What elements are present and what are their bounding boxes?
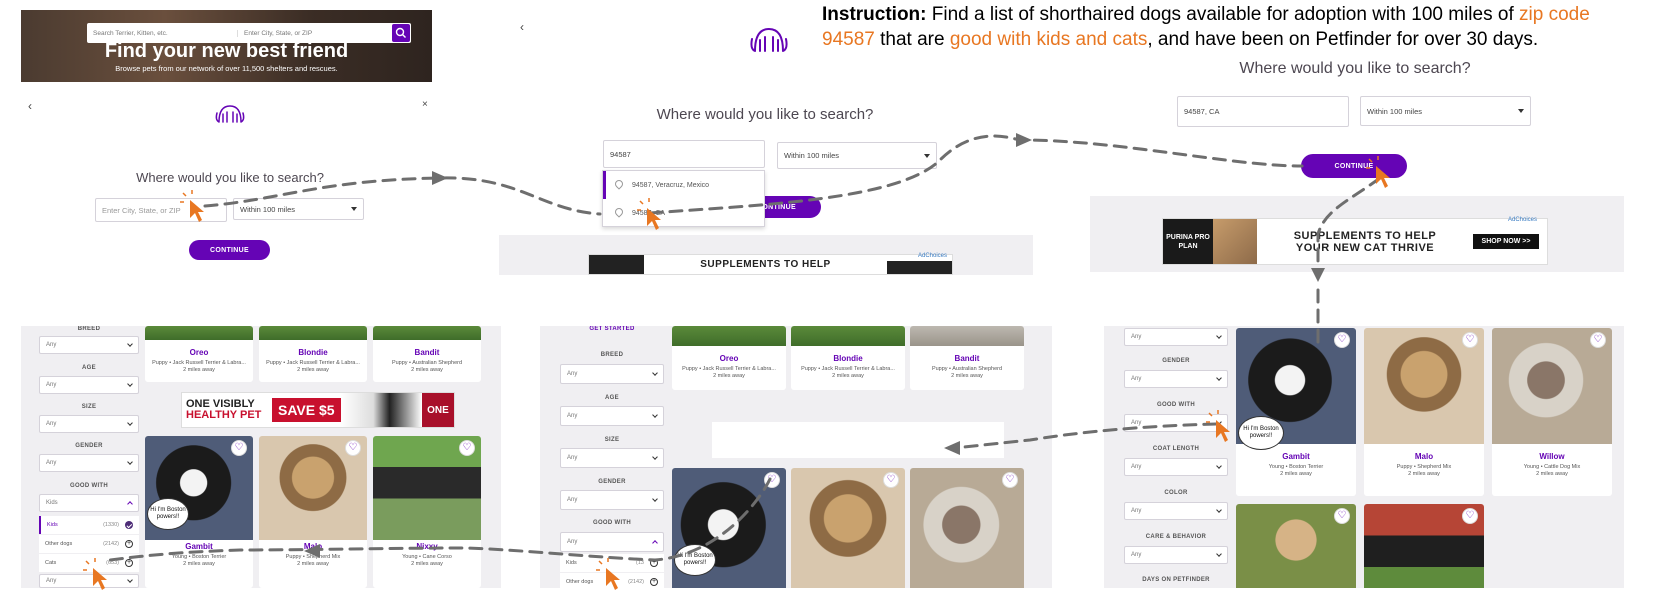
arrowhead-3 [1311, 268, 1325, 282]
cursor-icon-6 [83, 558, 107, 590]
cursor-icon-3 [1366, 156, 1390, 188]
flow-arrow-5 [953, 422, 1218, 450]
cursor-icon-2 [637, 198, 661, 230]
flow-arrow-1 [203, 176, 602, 216]
cursor-icon-5 [596, 558, 620, 590]
cursor-icon-1 [180, 190, 204, 222]
arrowhead-6 [304, 544, 320, 558]
cursor-icon-4 [1206, 410, 1230, 442]
arrowhead-1 [432, 171, 448, 185]
flow-arrow-3 [1316, 176, 1382, 270]
flow-arrow-6 [108, 477, 772, 562]
arrowhead-5 [944, 441, 960, 455]
flow-arrow-2 [648, 134, 1304, 215]
arrowhead-2 [1016, 133, 1032, 147]
flow-arrows-overlay [83, 133, 1390, 590]
